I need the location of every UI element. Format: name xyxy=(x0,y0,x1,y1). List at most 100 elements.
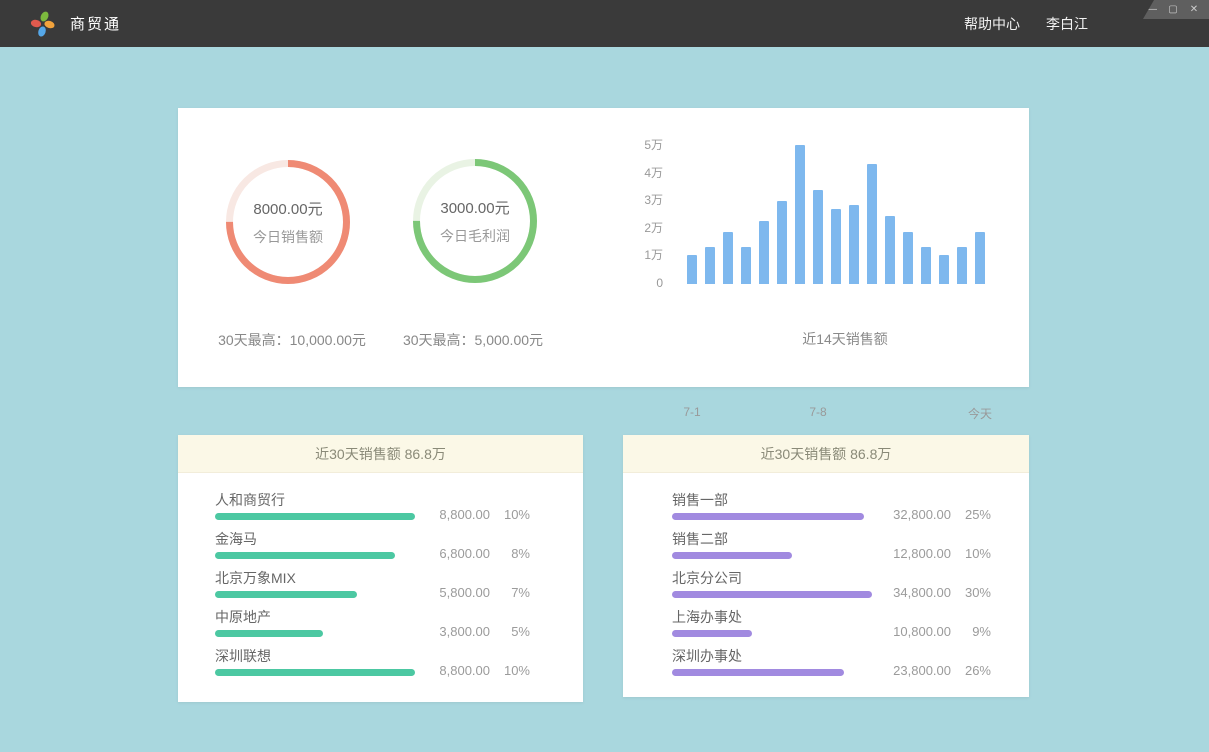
y-tick-label: 1万 xyxy=(608,247,663,263)
list-item-bar xyxy=(672,669,844,676)
list-item-amount: 10,800.00 xyxy=(881,624,951,639)
list-item-percent: 8% xyxy=(502,546,530,561)
customer-sales-card: 近30天销售额 86.8万 人和商贸行 8,800.00 10% 金海马 6,8… xyxy=(178,435,583,702)
bar xyxy=(759,221,769,284)
bar xyxy=(777,201,787,284)
bar xyxy=(867,164,877,284)
overview-card: 8000.00元 今日销售额 30天最高：10,000.00元 3000.00元… xyxy=(178,108,1029,387)
list-item: 北京万象MIX 5,800.00 7% xyxy=(178,569,583,608)
bar-chart-y-axis: 5万 4万 3万 2万 1万 0 xyxy=(608,108,663,308)
bar xyxy=(723,232,733,284)
list-item: 中原地产 3,800.00 5% xyxy=(178,608,583,647)
y-tick-label: 5万 xyxy=(608,137,663,153)
y-tick-label: 0 xyxy=(608,275,663,291)
department-rows: 销售一部 32,800.00 25% 销售二部 12,800.00 10% 北京… xyxy=(623,473,1029,686)
list-item-values: 32,800.00 25% xyxy=(881,507,991,522)
list-item-bar-track xyxy=(672,552,872,559)
bar xyxy=(795,145,805,284)
maximize-icon[interactable]: ▢ xyxy=(1167,5,1179,15)
minimize-icon[interactable]: — xyxy=(1146,5,1158,15)
list-item-bar xyxy=(672,552,792,559)
list-item-values: 8,800.00 10% xyxy=(420,663,530,678)
app-title: 商贸通 xyxy=(70,11,121,38)
list-item-bar xyxy=(215,591,357,598)
list-item-amount: 23,800.00 xyxy=(881,663,951,678)
today-profit-label: 今日毛利润 xyxy=(440,226,510,246)
help-center-link[interactable]: 帮助中心 xyxy=(964,14,1020,34)
bar xyxy=(813,190,823,284)
bar-chart-title: 近14天销售额 xyxy=(745,329,945,349)
profit-30day-max: 30天最高：5,000.00元 xyxy=(363,330,583,350)
close-icon[interactable]: ✕ xyxy=(1188,5,1200,15)
bar xyxy=(687,255,697,284)
list-item-bar xyxy=(215,513,415,520)
list-item-amount: 5,800.00 xyxy=(420,585,490,600)
list-item-bar-track xyxy=(215,591,415,598)
list-item-bar-track xyxy=(215,630,415,637)
list-item: 销售二部 12,800.00 10% xyxy=(623,530,1029,569)
list-item-values: 12,800.00 10% xyxy=(881,546,991,561)
list-item-percent: 10% xyxy=(502,663,530,678)
list-item-amount: 3,800.00 xyxy=(420,624,490,639)
list-item-bar-track xyxy=(672,630,872,637)
y-tick-label: 3万 xyxy=(608,192,663,208)
list-item: 人和商贸行 8,800.00 10% xyxy=(178,491,583,530)
list-item-bar-track xyxy=(215,552,415,559)
customer-card-title: 近30天销售额 86.8万 xyxy=(178,435,583,473)
bar-chart-bars xyxy=(687,145,985,284)
list-item-bar xyxy=(672,630,752,637)
list-item-values: 6,800.00 8% xyxy=(420,546,530,561)
today-sales-value: 8000.00元 xyxy=(253,198,322,219)
header-links: 帮助中心 李白江 xyxy=(964,0,1088,47)
list-item-bar-track xyxy=(672,591,872,598)
user-menu[interactable]: 李白江 xyxy=(1046,14,1088,34)
list-item-amount: 8,800.00 xyxy=(420,663,490,678)
bar xyxy=(939,255,949,284)
window-controls: — ▢ ✕ xyxy=(1143,0,1209,19)
list-item-bar-track xyxy=(672,669,872,676)
bar xyxy=(957,247,967,284)
list-item-percent: 5% xyxy=(502,624,530,639)
list-item-values: 34,800.00 30% xyxy=(881,585,991,600)
list-item: 销售一部 32,800.00 25% xyxy=(623,491,1029,530)
list-item-percent: 25% xyxy=(963,507,991,522)
today-profit-donut: 3000.00元 今日毛利润 xyxy=(405,151,545,291)
list-item-bar xyxy=(672,591,872,598)
brand: 商贸通 xyxy=(30,10,121,38)
list-item-values: 23,800.00 26% xyxy=(881,663,991,678)
list-item-values: 8,800.00 10% xyxy=(420,507,530,522)
list-item-amount: 6,800.00 xyxy=(420,546,490,561)
list-item-amount: 34,800.00 xyxy=(881,585,951,600)
list-item: 深圳办事处 23,800.00 26% xyxy=(623,647,1029,686)
x-tick-label: 7-1 xyxy=(683,405,700,419)
y-tick-label: 4万 xyxy=(608,165,663,181)
department-card-title: 近30天销售额 86.8万 xyxy=(623,435,1029,473)
bar xyxy=(903,232,913,284)
bar xyxy=(831,209,841,284)
list-item-values: 10,800.00 9% xyxy=(881,624,991,639)
bar-chart-x-axis: 7-17-8今天 xyxy=(687,405,985,419)
list-item-bar xyxy=(215,552,395,559)
x-tick-label: 今天 xyxy=(968,405,992,422)
today-sales-donut: 8000.00元 今日销售额 xyxy=(218,152,358,292)
list-item: 金海马 6,800.00 8% xyxy=(178,530,583,569)
list-item-values: 5,800.00 7% xyxy=(420,585,530,600)
bar xyxy=(921,247,931,284)
list-item-amount: 32,800.00 xyxy=(881,507,951,522)
list-item-values: 3,800.00 5% xyxy=(420,624,530,639)
list-item-percent: 10% xyxy=(963,546,991,561)
customer-rows: 人和商贸行 8,800.00 10% 金海马 6,800.00 8% 北京万象M… xyxy=(178,473,583,686)
y-tick-label: 2万 xyxy=(608,220,663,236)
list-item: 上海办事处 10,800.00 9% xyxy=(623,608,1029,647)
list-item-percent: 26% xyxy=(963,663,991,678)
list-item-bar-track xyxy=(215,513,415,520)
list-item-percent: 7% xyxy=(502,585,530,600)
x-tick-label: 7-8 xyxy=(809,405,826,419)
list-item-bar xyxy=(215,630,323,637)
bar xyxy=(885,216,895,284)
list-item-amount: 8,800.00 xyxy=(420,507,490,522)
bar xyxy=(741,247,751,284)
list-item-bar-track xyxy=(215,669,415,676)
bar xyxy=(975,232,985,284)
today-profit-value: 3000.00元 xyxy=(440,197,509,218)
